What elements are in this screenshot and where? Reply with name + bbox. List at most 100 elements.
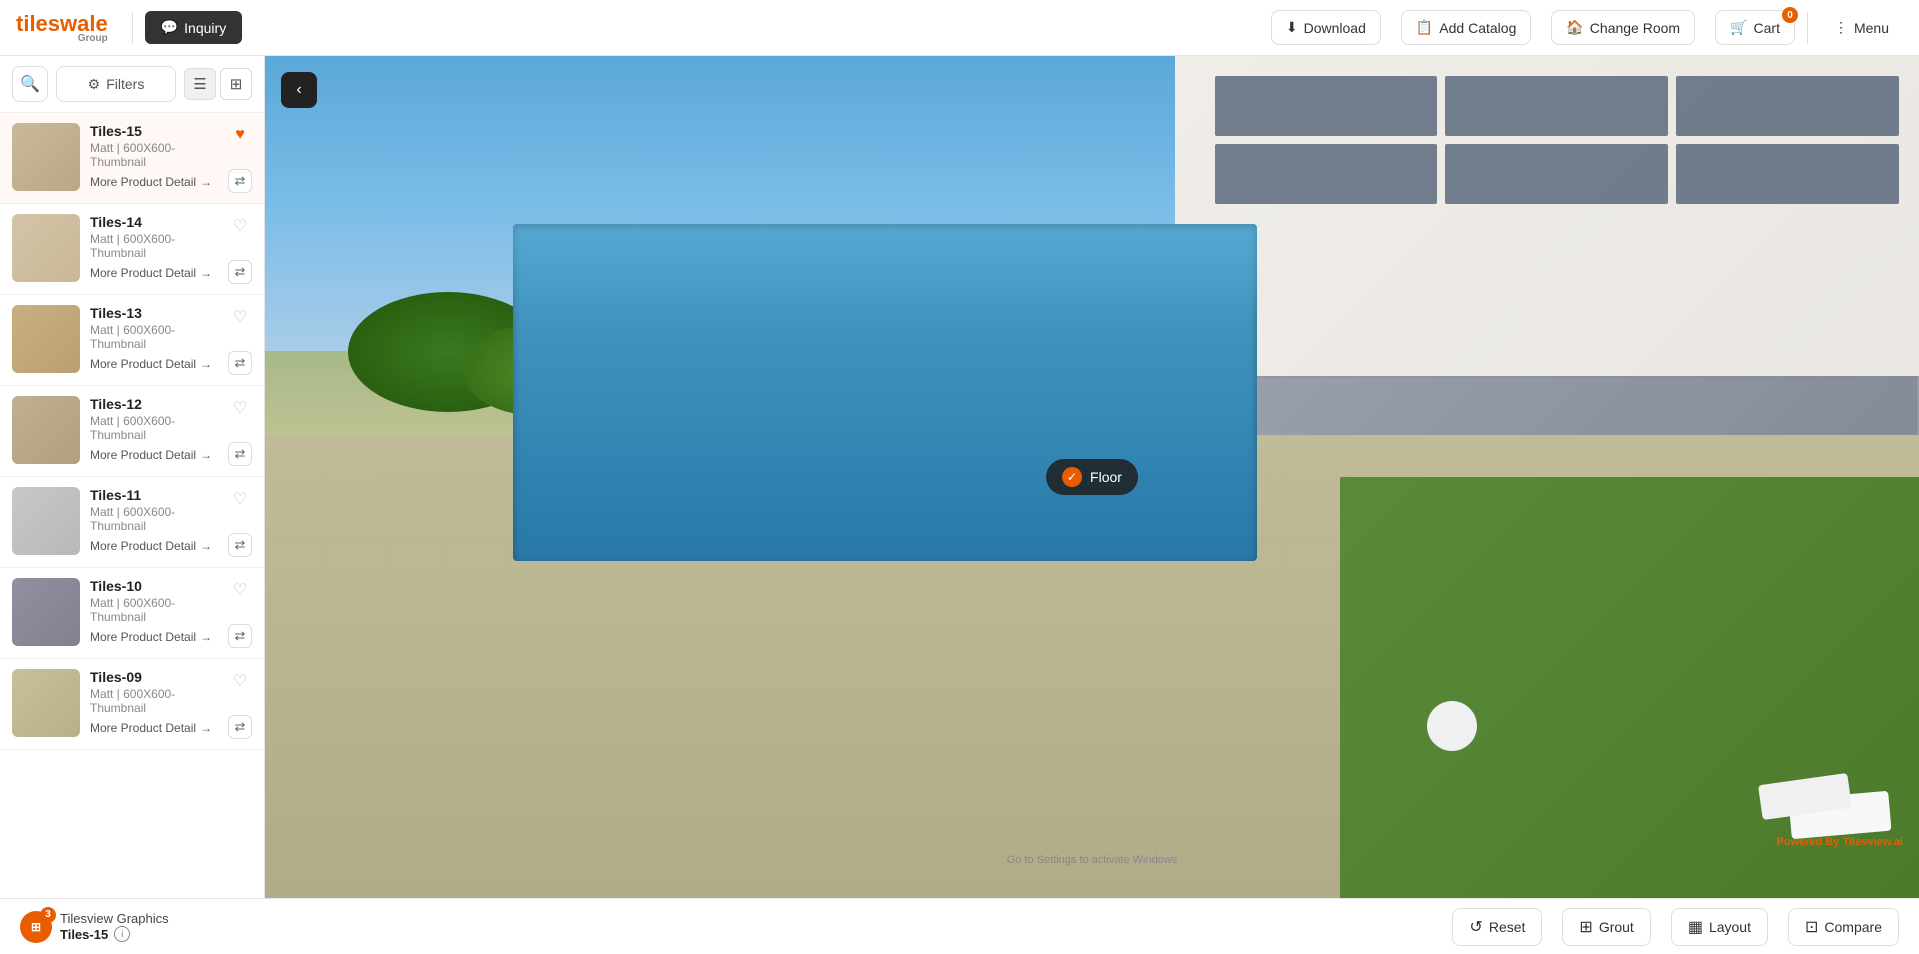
- arrow-icon-13: →: [200, 357, 212, 371]
- tile-name-12: Tiles-12: [90, 396, 228, 412]
- compare-button-10[interactable]: ⇄: [228, 624, 252, 648]
- compare-icon-15: ⇄: [235, 173, 246, 189]
- grout-button[interactable]: ⊞ Grout: [1562, 908, 1650, 946]
- compare-button-09[interactable]: ⇄: [228, 715, 252, 739]
- compare-button-13[interactable]: ⇄: [228, 351, 252, 375]
- heart-button-15[interactable]: ♥: [228, 123, 252, 147]
- tile-desc-09: Matt | 600X600-Thumbnail: [90, 687, 228, 715]
- tilesview-graphics-label: Tilesview Graphics: [60, 911, 169, 926]
- tile-info-15: Tiles-15 Matt | 600X600-Thumbnail More P…: [90, 123, 228, 189]
- filter-icon: ⚙: [88, 76, 101, 93]
- arrow-icon-15: →: [200, 175, 212, 189]
- more-detail-09[interactable]: More Product Detail →: [90, 721, 228, 735]
- cart-icon: 🛒: [1730, 19, 1747, 36]
- floor-check-icon: ✓: [1062, 467, 1082, 487]
- list-view-button[interactable]: ☰: [184, 68, 216, 100]
- arrow-icon-14: →: [200, 266, 212, 280]
- more-detail-11[interactable]: More Product Detail →: [90, 539, 228, 553]
- layout-icon: ▦: [1688, 917, 1703, 937]
- download-button[interactable]: ⬇ Download: [1271, 10, 1381, 45]
- change-room-button[interactable]: 🏠 Change Room: [1551, 10, 1695, 45]
- compare-button-11[interactable]: ⇄: [228, 533, 252, 557]
- tile-card-10[interactable]: Tiles-10 Matt | 600X600-Thumbnail More P…: [0, 568, 264, 659]
- inquiry-button[interactable]: 💬 Inquiry: [145, 11, 242, 44]
- tile-actions-09: ♡ ⇄: [228, 669, 252, 739]
- window-1: [1215, 76, 1438, 136]
- window-2: [1445, 76, 1668, 136]
- heart-button-09[interactable]: ♡: [228, 669, 252, 693]
- filters-button[interactable]: ⚙ Filters: [56, 66, 176, 102]
- tile-thumbnail-11: [12, 487, 80, 555]
- search-button[interactable]: 🔍: [12, 66, 48, 102]
- grid-view-button[interactable]: ⊞: [220, 68, 252, 100]
- tile-info-12: Tiles-12 Matt | 600X600-Thumbnail More P…: [90, 396, 228, 462]
- heart-button-12[interactable]: ♡: [228, 396, 252, 420]
- reset-button[interactable]: ↺ Reset: [1452, 908, 1542, 946]
- tile-card-13[interactable]: Tiles-13 Matt | 600X600-Thumbnail More P…: [0, 295, 264, 386]
- compare-button[interactable]: ⊡ Compare: [1788, 908, 1899, 946]
- tilesview-tile-label: Tiles-15: [60, 927, 108, 942]
- tile-name-13: Tiles-13: [90, 305, 228, 321]
- compare-icon-11: ⇄: [235, 537, 246, 553]
- arrow-icon-10: →: [200, 630, 212, 644]
- tile-actions-12: ♡ ⇄: [228, 396, 252, 466]
- tile-thumbnail-14: [12, 214, 80, 282]
- tile-name-09: Tiles-09: [90, 669, 228, 685]
- tile-name-14: Tiles-14: [90, 214, 228, 230]
- tile-card-12[interactable]: Tiles-12 Matt | 600X600-Thumbnail More P…: [0, 386, 264, 477]
- menu-button[interactable]: ⋮ Menu: [1820, 11, 1903, 44]
- back-button[interactable]: ‹: [281, 72, 317, 108]
- grout-icon: ⊞: [1579, 917, 1592, 937]
- more-detail-12[interactable]: More Product Detail →: [90, 448, 228, 462]
- tile-card-14[interactable]: Tiles-14 Matt | 600X600-Thumbnail More P…: [0, 204, 264, 295]
- powered-by: Powered By Tilesview.ai: [1776, 836, 1903, 848]
- compare-button-12[interactable]: ⇄: [228, 442, 252, 466]
- tile-actions-14: ♡ ⇄: [228, 214, 252, 284]
- tile-card-15[interactable]: Tiles-15 Matt | 600X600-Thumbnail More P…: [0, 113, 264, 204]
- more-detail-14[interactable]: More Product Detail →: [90, 266, 228, 280]
- heart-button-13[interactable]: ♡: [228, 305, 252, 329]
- side-table: [1427, 701, 1477, 751]
- compare-icon-14: ⇄: [235, 264, 246, 280]
- tile-name-15: Tiles-15: [90, 123, 228, 139]
- info-icon[interactable]: i: [114, 926, 130, 942]
- compare-button-14[interactable]: ⇄: [228, 260, 252, 284]
- tile-actions-11: ♡ ⇄: [228, 487, 252, 557]
- heart-button-14[interactable]: ♡: [228, 214, 252, 238]
- back-icon: ‹: [296, 81, 301, 99]
- tile-name-10: Tiles-10: [90, 578, 228, 594]
- grid-icon: ⊞: [230, 75, 243, 93]
- main-content: 🔍 ⚙ Filters ☰ ⊞ Tiles-15 Matt: [0, 56, 1919, 898]
- window-4: [1215, 144, 1438, 204]
- tile-card-11[interactable]: Tiles-11 Matt | 600X600-Thumbnail More P…: [0, 477, 264, 568]
- tile-desc-12: Matt | 600X600-Thumbnail: [90, 414, 228, 442]
- tile-thumbnail-10: [12, 578, 80, 646]
- sidebar-toolbar: 🔍 ⚙ Filters ☰ ⊞: [0, 56, 264, 113]
- tile-actions-10: ♡ ⇄: [228, 578, 252, 648]
- cart-button[interactable]: 🛒 Cart 0: [1715, 10, 1795, 45]
- tiles-list: Tiles-15 Matt | 600X600-Thumbnail More P…: [0, 113, 264, 898]
- compare-button-15[interactable]: ⇄: [228, 169, 252, 193]
- view-toggle: ☰ ⊞: [184, 68, 252, 100]
- download-icon: ⬇: [1286, 19, 1298, 36]
- layout-button[interactable]: ▦ Layout: [1671, 908, 1768, 946]
- cart-badge: 0: [1782, 7, 1798, 23]
- tile-card-09[interactable]: Tiles-09 Matt | 600X600-Thumbnail More P…: [0, 659, 264, 750]
- floor-label[interactable]: ✓ Floor: [1046, 459, 1138, 495]
- more-detail-13[interactable]: More Product Detail →: [90, 357, 228, 371]
- compare-icon-13: ⇄: [235, 355, 246, 371]
- tilesview-badge: ⊞ 3: [20, 911, 52, 943]
- header: tileswale Group 💬 Inquiry ⬇ Download 📋 A…: [0, 0, 1919, 56]
- more-detail-15[interactable]: More Product Detail →: [90, 175, 228, 189]
- logo-tiles: tiles: [16, 11, 60, 36]
- tv-layers-icon: ⊞: [31, 920, 41, 934]
- tile-desc-15: Matt | 600X600-Thumbnail: [90, 141, 228, 169]
- heart-button-10[interactable]: ♡: [228, 578, 252, 602]
- heart-button-11[interactable]: ♡: [228, 487, 252, 511]
- more-detail-10[interactable]: More Product Detail →: [90, 630, 228, 644]
- windows-activation-msg: Go to Settings to activate Windows: [1007, 854, 1178, 866]
- tile-info-14: Tiles-14 Matt | 600X600-Thumbnail More P…: [90, 214, 228, 280]
- list-icon: ☰: [193, 75, 206, 93]
- tile-name-11: Tiles-11: [90, 487, 228, 503]
- add-catalog-button[interactable]: 📋 Add Catalog: [1401, 10, 1532, 45]
